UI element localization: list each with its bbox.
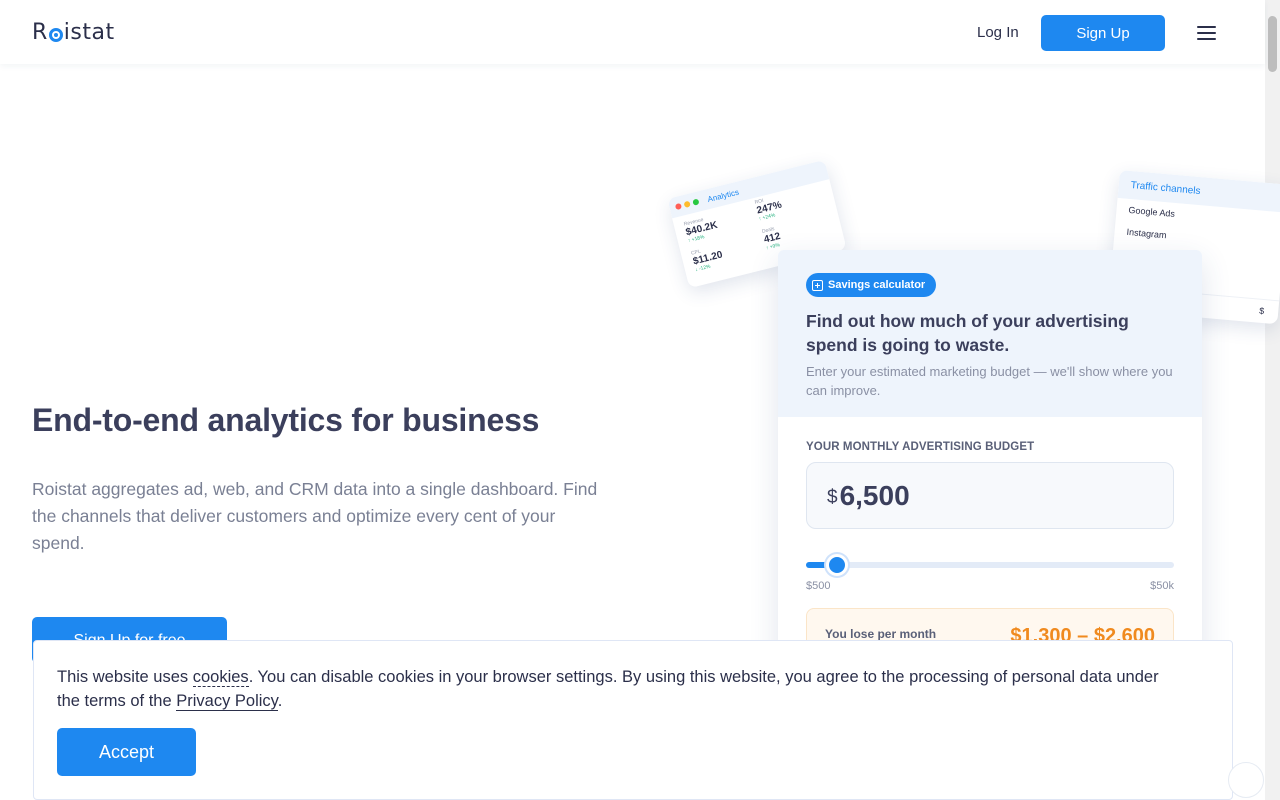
logo-text-suffix: istat — [63, 20, 115, 45]
hero-subtitle: Roistat aggregates ad, web, and CRM data… — [32, 479, 598, 553]
calculator-description: Enter your estimated marketing budget — … — [806, 364, 1173, 398]
plus-square-icon — [812, 279, 823, 291]
savings-calculator-card: Savings calculator Find out how much of … — [778, 250, 1202, 670]
metric-revenue: Revenue $40.2K ↑ +18% — [683, 216, 719, 245]
cookie-notice-text: This website uses cookies. You can disab… — [57, 668, 1159, 711]
cookies-link[interactable]: cookies — [192, 668, 249, 687]
chat-widget-button[interactable] — [1228, 762, 1264, 798]
metric-deals: Deals 412 ↑ +9% — [761, 226, 782, 252]
slider-handle[interactable] — [826, 554, 849, 576]
currency-symbol: $ — [827, 486, 838, 508]
logo-text-prefix: R — [32, 20, 48, 45]
slider-max-label: $50k — [1150, 580, 1174, 592]
slider-min-label: $500 — [806, 580, 831, 592]
analytics-card-title: Analytics — [706, 187, 740, 204]
login-link[interactable]: Log In — [977, 24, 1019, 41]
savings-calculator-badge: Savings calculator — [806, 273, 937, 297]
metric-cpl: CPL $11.20 ↓ -12% — [690, 248, 724, 274]
window-minimize-dot — [683, 200, 691, 208]
signup-button[interactable]: Sign Up — [1041, 15, 1165, 51]
calculator-title: Find out how much of your advertising sp… — [806, 311, 1129, 355]
page-scrollbar[interactable] — [1265, 0, 1280, 800]
accept-cookies-button[interactable]: Accept — [57, 728, 196, 776]
scrollbar-thumb[interactable] — [1268, 16, 1277, 72]
cookie-banner: This website uses cookies. You can disab… — [33, 640, 1233, 800]
logo-o-mark — [48, 27, 63, 42]
hero-title: End-to-end analytics for business — [32, 402, 540, 438]
window-close-dot — [674, 202, 683, 211]
budget-label: YOUR MONTHLY ADVERTISING BUDGET — [806, 441, 1035, 453]
roistat-logo[interactable]: Ristat — [32, 20, 115, 45]
window-maximize-dot — [692, 198, 700, 206]
budget-value[interactable]: 6,500 — [840, 480, 910, 512]
calculator-header: Savings calculator Find out how much of … — [778, 250, 1202, 417]
privacy-policy-link[interactable]: Privacy Policy — [176, 692, 278, 711]
budget-input[interactable]: $ 6,500 — [806, 462, 1174, 529]
metric-roi: ROI 247% ↑ +24% — [754, 197, 784, 223]
budget-slider[interactable] — [806, 554, 1174, 576]
loss-label: You lose per month — [825, 627, 937, 641]
site-header: Ristat Log In Sign Up — [0, 0, 1265, 64]
menu-icon[interactable] — [1197, 26, 1216, 40]
